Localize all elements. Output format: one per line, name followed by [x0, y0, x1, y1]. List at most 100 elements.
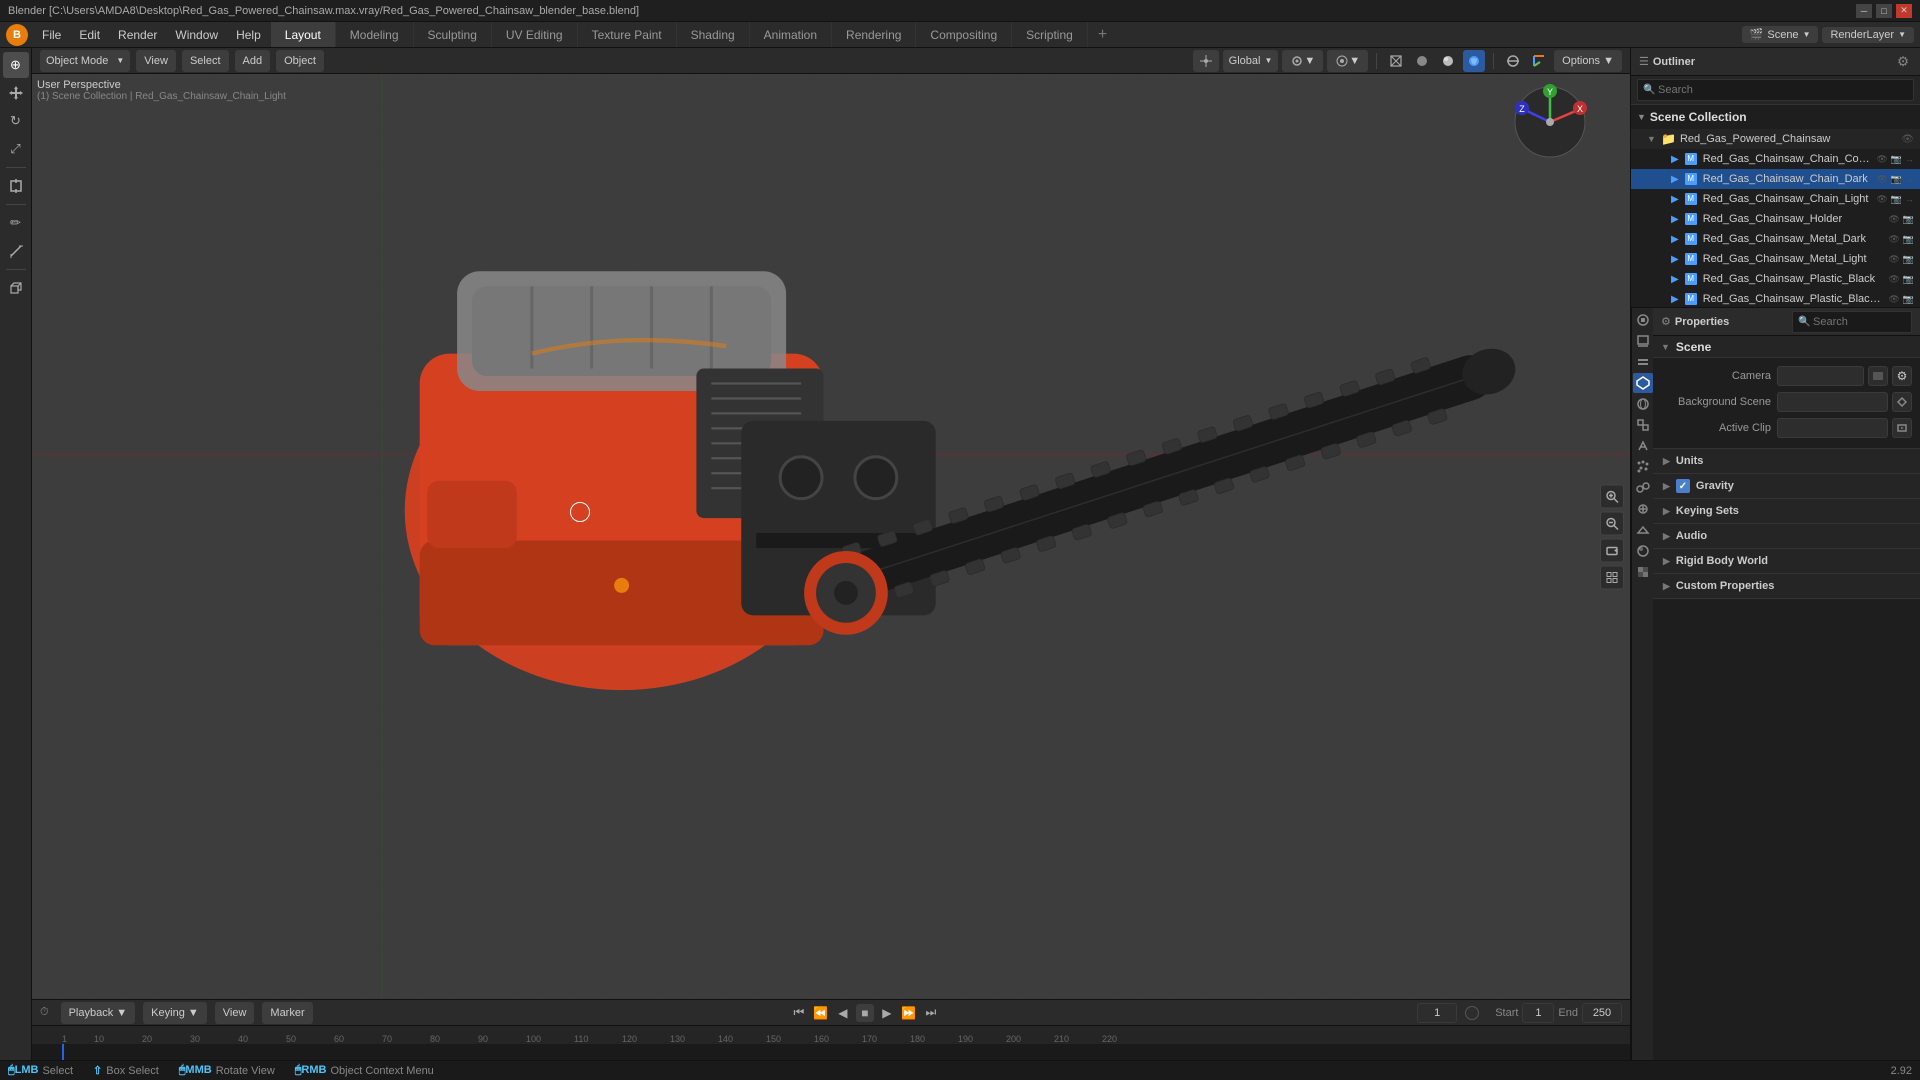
outliner-item-plastic-black-matte[interactable]: ▶ M Red_Gas_Chainsaw_Plastic_Black_Matte… — [1631, 289, 1920, 308]
frame-30-label: 30 — [190, 1034, 200, 1044]
frame-90-label: 90 — [478, 1034, 488, 1044]
outliner-item-chain-dark[interactable]: ▶ M Red_Gas_Chainsaw_Chain_Dark 👁 📷 → — [1631, 169, 1920, 189]
select-icon[interactable]: → — [1905, 154, 1914, 165]
tab-scripting[interactable]: Scripting — [1012, 22, 1088, 47]
select-icon-dark[interactable]: → — [1905, 174, 1914, 185]
object-props-icon[interactable] — [1633, 415, 1653, 435]
eye-icon-light[interactable]: 👁 — [1876, 194, 1887, 205]
view-layer-icon[interactable] — [1633, 352, 1653, 372]
outliner-search-input[interactable] — [1637, 79, 1914, 101]
camera-props-btn[interactable]: ⚙ — [1892, 366, 1912, 386]
timeline-track[interactable] — [32, 1044, 1630, 1060]
camera-picker-btn[interactable] — [1868, 366, 1888, 386]
material-icon[interactable] — [1633, 541, 1653, 561]
render-props-icon[interactable] — [1633, 310, 1653, 330]
camera-value[interactable] — [1777, 366, 1864, 386]
minimize-btn[interactable]: ─ — [1856, 4, 1872, 18]
gravity-checkbox[interactable]: ✓ — [1676, 479, 1690, 493]
render-icon-dark[interactable]: 📷 — [1891, 174, 1902, 185]
tab-sculpting[interactable]: Sculpting — [414, 22, 492, 47]
props-title: Properties — [1675, 316, 1729, 328]
frame-210-label: 210 — [1054, 1034, 1069, 1044]
outliner-item-holder[interactable]: ▶ M Red_Gas_Chainsaw_Holder 👁 📷 — [1631, 209, 1920, 229]
zoom-out-btn[interactable] — [1600, 511, 1624, 535]
menu-window[interactable]: Window — [167, 26, 226, 44]
tab-animation[interactable]: Animation — [750, 22, 832, 47]
active-clip-label: Active Clip — [1661, 422, 1771, 434]
outliner-item-plastic-black[interactable]: ▶ M Red_Gas_Chainsaw_Plastic_Black 👁 📷 — [1631, 269, 1920, 289]
transform-tool-btn[interactable] — [3, 173, 29, 199]
active-clip-picker-btn[interactable] — [1892, 418, 1912, 438]
menu-help[interactable]: Help — [228, 26, 269, 44]
output-props-icon[interactable] — [1633, 331, 1653, 351]
annotate-tool-btn[interactable]: ✏ — [3, 210, 29, 236]
frame-1-label: 1 — [62, 1034, 67, 1044]
cursor-tool-btn[interactable]: ⊕ — [3, 52, 29, 78]
object-data-icon[interactable] — [1633, 520, 1653, 540]
box-select-action: Box Select — [106, 1065, 159, 1077]
render-icon[interactable]: 📷 — [1891, 154, 1902, 165]
menu-file[interactable]: File — [34, 26, 69, 44]
add-cube-btn[interactable] — [3, 275, 29, 301]
viewport-canvas[interactable]: User Perspective (1) Scene Collection | … — [32, 74, 1630, 999]
content-area: ⊕ ↻ ⤢ ✏ — [0, 48, 1920, 1060]
tab-layout[interactable]: Layout — [271, 22, 336, 47]
menu-render[interactable]: Render — [110, 26, 165, 44]
select-action: Select — [42, 1065, 73, 1077]
eye-icon[interactable]: 👁 — [1876, 154, 1887, 165]
zoom-in-btn[interactable] — [1600, 484, 1624, 508]
outliner-item-chain-control[interactable]: ▶ M Red_Gas_Chainsaw_Chain_Control 👁 📷 → — [1631, 149, 1920, 169]
menu-edit[interactable]: Edit — [71, 26, 108, 44]
scale-tool-btn[interactable]: ⤢ — [3, 136, 29, 162]
tab-compositing[interactable]: Compositing — [916, 22, 1012, 47]
rotate-view-action: Rotate View — [216, 1065, 275, 1077]
add-workspace-btn[interactable]: + — [1088, 22, 1117, 47]
outliner-item-chain-light[interactable]: ▶ M Red_Gas_Chainsaw_Chain_Light 👁 📷 → — [1631, 189, 1920, 209]
constraints-icon[interactable] — [1633, 499, 1653, 519]
close-btn[interactable]: ✕ — [1896, 4, 1912, 18]
frame-selected-btn[interactable] — [1600, 565, 1624, 589]
eye-icon-dark[interactable]: 👁 — [1876, 174, 1887, 185]
gravity-header[interactable]: ▶ ✓ Gravity — [1653, 474, 1920, 498]
bg-scene-picker-btn[interactable] — [1892, 392, 1912, 412]
tab-rendering[interactable]: Rendering — [832, 22, 916, 47]
scene-props-icon[interactable] — [1633, 373, 1653, 393]
scene-section-header[interactable]: ▼ Scene — [1653, 336, 1920, 358]
scene-selector[interactable]: 🎬 Scene ▼ — [1742, 26, 1819, 43]
bg-scene-value[interactable] — [1777, 392, 1888, 412]
select-icon-light[interactable]: → — [1905, 194, 1914, 205]
camera-view-btn[interactable] — [1600, 538, 1624, 562]
outliner-item-metal-light[interactable]: ▶ M Red_Gas_Chainsaw_Metal_Light 👁 📷 — [1631, 249, 1920, 269]
measure-tool-btn[interactable] — [3, 238, 29, 264]
render-icon-light[interactable]: 📷 — [1891, 194, 1902, 205]
particles-icon[interactable] — [1633, 457, 1653, 477]
custom-properties-header[interactable]: ▶ Custom Properties — [1653, 574, 1920, 598]
frame-numbers-bar: 1 10 20 30 40 50 60 70 80 90 100 110 — [32, 1026, 1630, 1044]
right-panel: ☰ Outliner ⚙ 🔍 — [1630, 48, 1920, 1060]
move-tool-btn[interactable] — [3, 80, 29, 106]
collection-red-gas-powered-chainsaw[interactable]: ▼ 📁 Red_Gas_Powered_Chainsaw 👁 — [1631, 129, 1920, 149]
keying-sets-header[interactable]: ▶ Keying Sets — [1653, 499, 1920, 523]
tab-uv-editing[interactable]: UV Editing — [492, 22, 578, 47]
audio-header[interactable]: ▶ Audio — [1653, 524, 1920, 548]
svg-text:Y: Y — [1547, 87, 1553, 97]
props-title-group: ⚙ Properties — [1661, 315, 1729, 328]
navigation-gizmo[interactable]: X Y Z — [1510, 82, 1590, 162]
units-header[interactable]: ▶ Units — [1653, 449, 1920, 473]
blender-logo[interactable]: B — [6, 24, 28, 46]
texture-icon[interactable] — [1633, 562, 1653, 582]
outliner-filter-btn[interactable]: ⚙ — [1894, 53, 1912, 71]
tab-modeling[interactable]: Modeling — [336, 22, 414, 47]
rotate-tool-btn[interactable]: ↻ — [3, 108, 29, 134]
physics-icon[interactable] — [1633, 478, 1653, 498]
world-props-icon[interactable] — [1633, 394, 1653, 414]
tab-texture-paint[interactable]: Texture Paint — [578, 22, 677, 47]
modifiers-icon[interactable] — [1633, 436, 1653, 456]
tab-shading[interactable]: Shading — [677, 22, 750, 47]
rigid-body-world-header[interactable]: ▶ Rigid Body World — [1653, 549, 1920, 573]
maximize-btn[interactable]: □ — [1876, 4, 1892, 18]
item-eye-icon[interactable]: 👁 — [1901, 134, 1914, 145]
active-clip-value[interactable] — [1777, 418, 1888, 438]
render-layer-selector[interactable]: RenderLayer ▼ — [1822, 27, 1914, 43]
outliner-item-metal-dark[interactable]: ▶ M Red_Gas_Chainsaw_Metal_Dark 👁 📷 — [1631, 229, 1920, 249]
